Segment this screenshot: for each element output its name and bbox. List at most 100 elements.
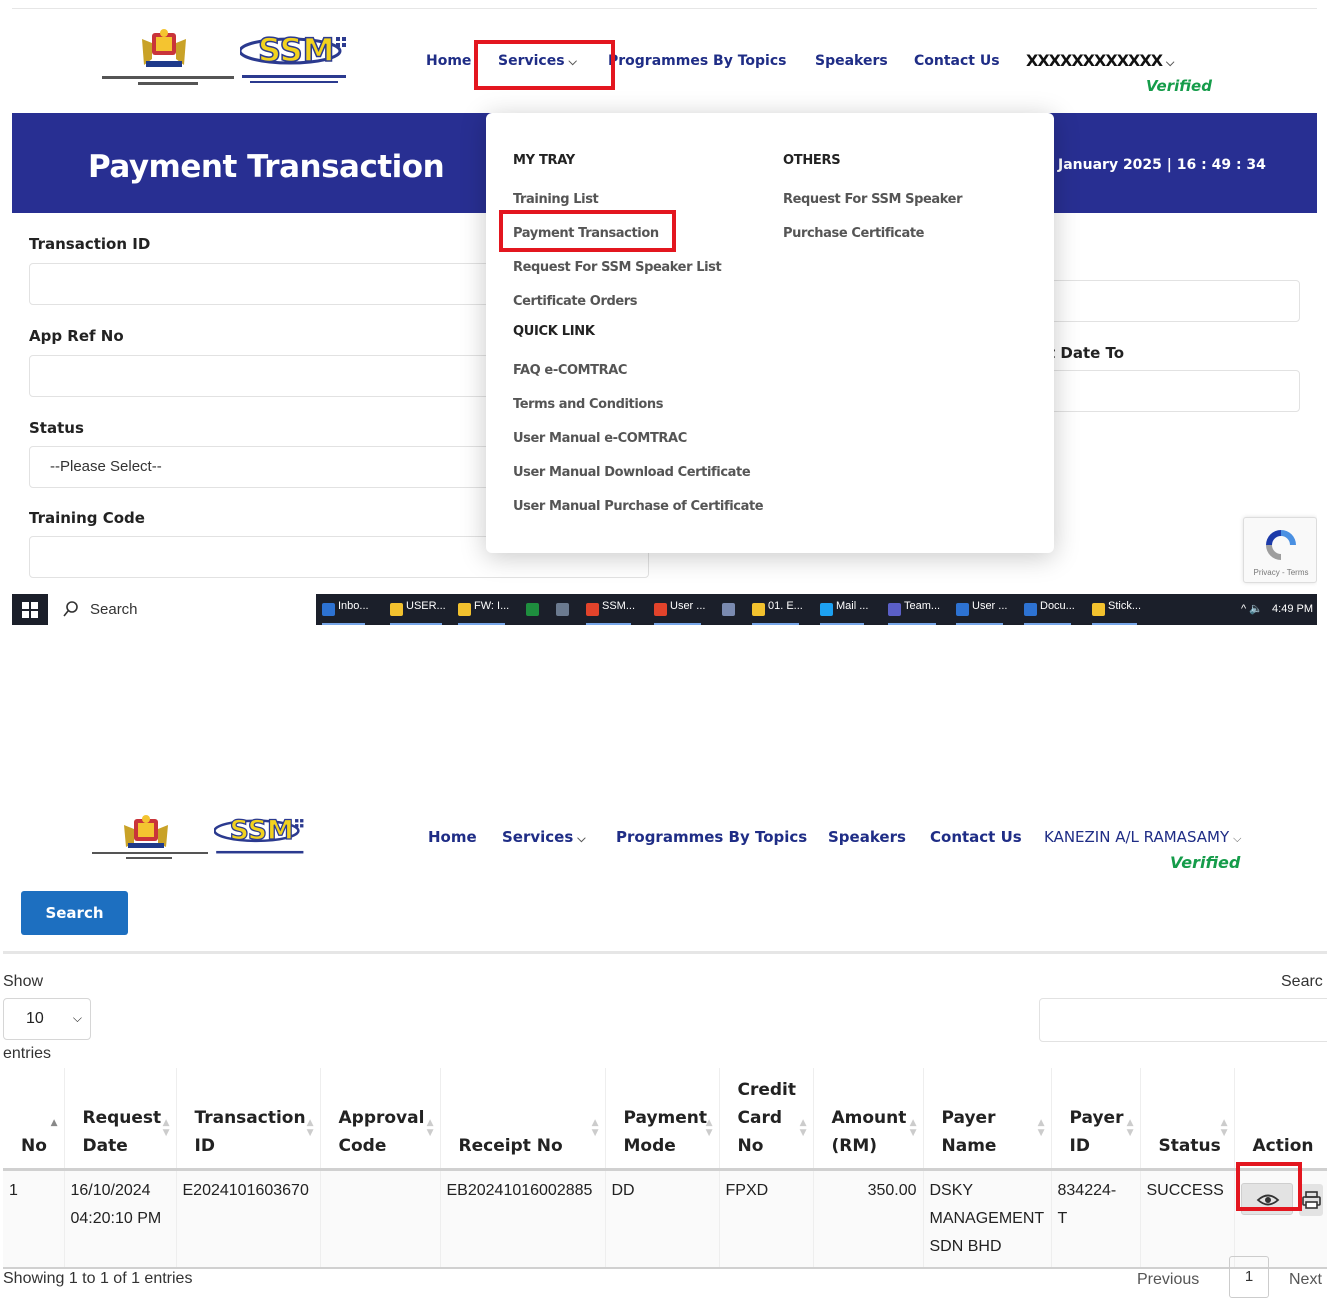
active-indicator bbox=[322, 623, 365, 625]
column-header-0[interactable]: No ▲ bbox=[3, 1068, 65, 1171]
taskbar-app-6[interactable]: User ... bbox=[654, 600, 705, 625]
sort-icon: ▲ ▼ bbox=[162, 1118, 170, 1138]
column-header-text: Date bbox=[82, 1136, 128, 1156]
page-button-1[interactable]: 1 bbox=[1229, 1256, 1269, 1298]
column-header-text: Mode bbox=[623, 1136, 676, 1156]
taskbar-app-0[interactable]: Inbo... bbox=[322, 600, 369, 625]
taskbar-app-label: Stick... bbox=[1108, 600, 1142, 612]
column-header-4[interactable]: Receipt No ▲ ▼ bbox=[440, 1068, 606, 1171]
column-header-text: Transaction bbox=[194, 1108, 306, 1128]
active-indicator bbox=[752, 623, 799, 625]
date-from-input[interactable] bbox=[1042, 280, 1300, 322]
cell-line: T bbox=[1057, 1210, 1068, 1227]
menu-item-manual-purchase-cert[interactable]: User Manual Purchase of Certificate bbox=[513, 499, 764, 514]
menu-item-training-list[interactable]: Training List bbox=[513, 192, 599, 207]
nav-contact-us[interactable]: Contact Us bbox=[914, 53, 1000, 69]
nav-services[interactable]: Services ⌵ bbox=[502, 828, 586, 846]
printer-icon bbox=[1301, 1191, 1321, 1209]
taskbar-app-5[interactable]: SSM... bbox=[586, 600, 635, 625]
active-indicator bbox=[956, 623, 1004, 625]
taskbar-app-8[interactable]: 01. E... bbox=[752, 600, 803, 625]
table-search-label: Searc bbox=[1281, 973, 1323, 990]
recaptcha-privacy[interactable]: Privacy - Terms bbox=[1244, 568, 1317, 577]
column-header-2[interactable]: Transaction ID ▲ ▼ bbox=[176, 1068, 321, 1171]
svg-text:SSM: SSM bbox=[230, 815, 294, 846]
column-header-7[interactable]: Amount (RM) ▲ ▼ bbox=[813, 1068, 924, 1171]
app-icon bbox=[956, 603, 969, 616]
table-row: 1 16/10/2024 04:20:10 PM E2024101603670 EB20… bbox=[3, 1169, 1327, 1269]
user-menu[interactable]: XXXXXXXXXXXX ⌵ bbox=[1026, 51, 1174, 70]
menu-item-manual-download-cert[interactable]: User Manual Download Certificate bbox=[513, 465, 751, 480]
taskbar-app-10[interactable]: Team... bbox=[888, 600, 941, 625]
column-header-8[interactable]: Payer Name ▲ ▼ bbox=[923, 1068, 1052, 1171]
column-header-5[interactable]: Payment Mode ▲ ▼ bbox=[605, 1068, 720, 1171]
sort-icon: ▲ ▼ bbox=[909, 1118, 917, 1138]
nav-speakers[interactable]: Speakers bbox=[828, 828, 906, 846]
menu-item-terms[interactable]: Terms and Conditions bbox=[513, 397, 664, 412]
taskbar-app-9[interactable]: Mail ... bbox=[820, 600, 868, 625]
divider bbox=[3, 951, 1327, 954]
services-menu-screenshot: SSM Home Services ⌵ Programmes By Topics … bbox=[12, 8, 1317, 625]
cell-line: DSKY bbox=[929, 1182, 974, 1199]
nav-programmes[interactable]: Programmes By Topics bbox=[608, 53, 786, 69]
active-indicator bbox=[458, 623, 506, 625]
nav-home[interactable]: Home bbox=[428, 828, 477, 846]
taskbar-app-4[interactable] bbox=[556, 600, 572, 622]
cell-request-date: 16/10/2024 04:20:10 PM bbox=[64, 1169, 177, 1269]
highlight-payment-transaction bbox=[499, 210, 676, 252]
windows-start-icon[interactable] bbox=[22, 602, 38, 618]
highlight-services bbox=[474, 40, 615, 90]
taskbar-app-12[interactable]: Docu... bbox=[1024, 600, 1075, 625]
taskbar-app-11[interactable]: User ... bbox=[956, 600, 1007, 625]
mytray-heading: MY TRAY bbox=[513, 153, 575, 168]
menu-item-request-speaker[interactable]: Request For SSM Speaker bbox=[783, 192, 962, 207]
nav-programmes[interactable]: Programmes By Topics bbox=[616, 828, 807, 846]
menu-item-certificate-orders[interactable]: Certificate Orders bbox=[513, 294, 638, 309]
column-header-3[interactable]: Approval Code ▲ ▼ bbox=[320, 1068, 441, 1171]
date-to-input[interactable] bbox=[1042, 370, 1300, 412]
taskbar-search[interactable]: Search bbox=[48, 594, 316, 625]
column-header-text: Status bbox=[1158, 1136, 1221, 1156]
sort-icon: ▲ ▼ bbox=[591, 1118, 599, 1138]
taskbar-app-7[interactable] bbox=[722, 600, 738, 622]
user-menu[interactable]: KANEZIN A/L RAMASAMY ⌵ bbox=[1044, 828, 1241, 846]
column-header-text: Approval bbox=[338, 1108, 425, 1128]
table-search-input[interactable] bbox=[1039, 998, 1327, 1042]
sort-icon: ▲ ▼ bbox=[799, 1118, 807, 1138]
search-icon bbox=[63, 601, 78, 617]
entries-length-select[interactable]: 10 ⌵ bbox=[3, 998, 91, 1040]
taskbar-app-13[interactable]: Stick... bbox=[1092, 600, 1142, 625]
nav-speakers[interactable]: Speakers bbox=[815, 53, 888, 69]
nav-contact-us[interactable]: Contact Us bbox=[930, 828, 1022, 846]
others-heading: OTHERS bbox=[783, 153, 841, 168]
print-button[interactable] bbox=[1298, 1184, 1323, 1216]
active-indicator bbox=[654, 623, 702, 625]
taskbar-tray: ^ 🔈 4:49 PM bbox=[1240, 603, 1313, 615]
app-icon bbox=[390, 603, 403, 616]
search-button[interactable]: Search bbox=[21, 891, 128, 935]
taskbar-app-label: 01. E... bbox=[768, 600, 803, 612]
sort-icon: ▲ ▼ bbox=[1126, 1118, 1134, 1138]
column-header-6[interactable]: Credit Card No ▲ ▼ bbox=[719, 1068, 814, 1171]
menu-item-user-manual[interactable]: User Manual e-COMTRAC bbox=[513, 431, 687, 446]
active-indicator bbox=[1092, 623, 1138, 625]
column-header-9[interactable]: Payer ID ▲ ▼ bbox=[1051, 1068, 1141, 1171]
cell-transaction-id: E2024101603670 bbox=[176, 1169, 321, 1269]
taskbar-app-label: Team... bbox=[904, 600, 941, 612]
taskbar-app-2[interactable]: FW: I... bbox=[458, 600, 509, 625]
column-header-text: (RM) bbox=[831, 1136, 878, 1156]
column-header-10[interactable]: Status ▲ ▼ bbox=[1140, 1068, 1235, 1171]
menu-item-faq[interactable]: FAQ e-COMTRAC bbox=[513, 363, 627, 378]
taskbar-app-3[interactable] bbox=[526, 600, 542, 622]
menu-item-speaker-request-list[interactable]: Request For SSM Speaker List bbox=[513, 260, 722, 275]
cell-no: 1 bbox=[3, 1169, 65, 1269]
cell-line: 04:20:10 PM bbox=[70, 1210, 162, 1227]
recaptcha-badge[interactable]: Privacy - Terms bbox=[1243, 517, 1317, 583]
column-header-1[interactable]: Request Date ▲ ▼ bbox=[64, 1068, 177, 1171]
previous-button[interactable]: Previous bbox=[1137, 1271, 1199, 1289]
taskbar-app-1[interactable]: USER... bbox=[390, 600, 446, 625]
menu-item-purchase-certificate[interactable]: Purchase Certificate bbox=[783, 226, 924, 241]
active-indicator bbox=[820, 623, 865, 625]
next-button[interactable]: Next bbox=[1289, 1271, 1322, 1289]
nav-home[interactable]: Home bbox=[426, 53, 471, 69]
